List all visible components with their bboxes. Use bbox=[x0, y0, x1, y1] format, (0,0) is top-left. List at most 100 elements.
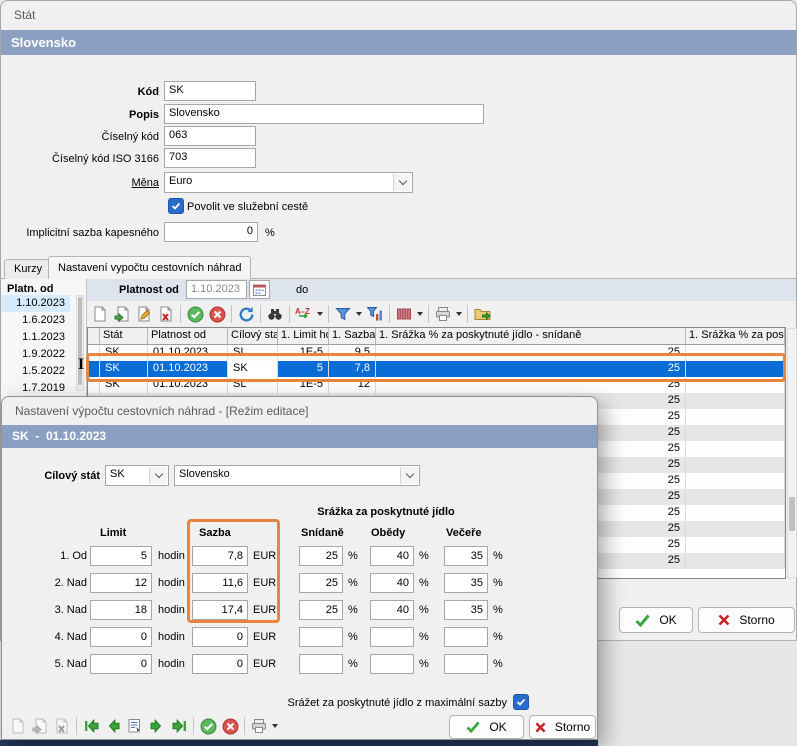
dialog-ok-button[interactable]: OK bbox=[449, 715, 524, 739]
grid-cell[interactable] bbox=[88, 345, 100, 361]
first-record-button[interactable] bbox=[80, 715, 102, 737]
chevron-down-icon[interactable] bbox=[393, 174, 411, 191]
grid-cell[interactable] bbox=[686, 345, 785, 361]
platnost-list-item[interactable]: 1.5.2022 bbox=[1, 363, 70, 380]
obedy-input[interactable] bbox=[370, 627, 414, 647]
chevron-down-icon[interactable] bbox=[400, 467, 418, 484]
grid-cell[interactable] bbox=[686, 489, 785, 505]
search-button[interactable] bbox=[264, 303, 286, 325]
columns-dropdown-caret[interactable] bbox=[417, 312, 423, 316]
grid-cell[interactable] bbox=[686, 409, 785, 425]
kapesne-input[interactable]: 0 bbox=[164, 222, 258, 242]
sort-dropdown-caret[interactable] bbox=[317, 312, 323, 316]
grid-cell[interactable]: 01.10.2023 bbox=[148, 345, 228, 361]
grid-cell[interactable]: 9,5 bbox=[329, 345, 376, 361]
mena-combo[interactable]: Euro bbox=[164, 172, 413, 193]
obedy-input[interactable] bbox=[370, 654, 414, 674]
sazba-input[interactable]: 0 bbox=[192, 654, 248, 674]
grid-cell[interactable]: 1E-5 bbox=[278, 377, 329, 393]
platnost-list-item[interactable]: 1.10.2023 bbox=[1, 295, 70, 312]
record-list-button[interactable] bbox=[124, 715, 146, 737]
platnost-list-item[interactable]: 1.7.2019 bbox=[1, 380, 70, 397]
grid-cell[interactable]: 25 bbox=[376, 377, 686, 393]
list-scrollbar[interactable] bbox=[76, 295, 84, 391]
grid-column-header[interactable]: 1. Srážka % za pos bbox=[686, 328, 785, 345]
grid-cell[interactable]: SL bbox=[228, 377, 278, 393]
grid-cell[interactable]: 12 bbox=[329, 377, 376, 393]
accept-button[interactable] bbox=[197, 715, 219, 737]
grid-cell[interactable]: SK bbox=[228, 361, 278, 377]
cilovy-stat-code-combo[interactable]: SK bbox=[105, 465, 169, 486]
grid-column-header[interactable]: Stát bbox=[100, 328, 148, 345]
filter-wizard-button[interactable] bbox=[364, 303, 386, 325]
grid-cell[interactable]: 7,8 bbox=[329, 361, 376, 377]
platnost-list-item[interactable]: 1.9.2022 bbox=[1, 346, 70, 363]
obedy-input[interactable]: 40 bbox=[370, 546, 414, 566]
grid-cell[interactable]: 01.10.2023 bbox=[148, 361, 228, 377]
limit-input[interactable]: 12 bbox=[90, 573, 152, 593]
mena-label[interactable]: Měna bbox=[1, 176, 159, 190]
grid-cell[interactable]: 5 bbox=[278, 361, 329, 377]
grid-cell[interactable] bbox=[686, 361, 785, 377]
grid-cell[interactable]: SI bbox=[228, 345, 278, 361]
grid-cell[interactable] bbox=[88, 377, 100, 393]
copy-record-button[interactable] bbox=[29, 715, 51, 737]
snidane-input[interactable] bbox=[299, 654, 343, 674]
snidane-input[interactable]: 25 bbox=[299, 546, 343, 566]
platnost-list-item[interactable]: 1.1.2023 bbox=[1, 329, 70, 346]
limit-input[interactable]: 0 bbox=[90, 627, 152, 647]
vecere-input[interactable]: 35 bbox=[444, 600, 488, 620]
last-record-button[interactable] bbox=[168, 715, 190, 737]
cancel-button[interactable] bbox=[219, 715, 241, 737]
snidane-input[interactable] bbox=[299, 627, 343, 647]
vecere-input[interactable]: 35 bbox=[444, 573, 488, 593]
print-dropdown-caret[interactable] bbox=[272, 724, 278, 728]
grid-cell[interactable]: SK bbox=[100, 377, 148, 393]
columns-button[interactable] bbox=[393, 303, 415, 325]
next-record-button[interactable] bbox=[146, 715, 168, 737]
grid-column-header[interactable]: Cílový stat bbox=[228, 328, 278, 345]
grid-cell[interactable] bbox=[686, 441, 785, 457]
grid-cell[interactable]: 25 bbox=[376, 361, 686, 377]
kod-input[interactable]: SK bbox=[164, 81, 256, 101]
cilovy-stat-name-combo[interactable]: Slovensko bbox=[174, 465, 420, 486]
grid-row[interactable]: SK01.10.2023SI1E-59,525 bbox=[88, 345, 785, 361]
platnost-od-input[interactable]: 1.10.2023 bbox=[186, 280, 247, 299]
iso-kod-input[interactable]: 703 bbox=[164, 148, 256, 168]
main-ok-button[interactable]: OK bbox=[619, 607, 693, 633]
povolit-checkbox[interactable] bbox=[168, 198, 184, 214]
sazba-input[interactable]: 17,4 bbox=[192, 600, 248, 620]
popis-input[interactable]: Slovensko bbox=[164, 104, 484, 124]
grid-row[interactable]: SK01.10.2023SL1E-51225 bbox=[88, 377, 785, 393]
filter-button[interactable] bbox=[332, 303, 354, 325]
calendar-button[interactable] bbox=[249, 280, 270, 299]
grid-cell[interactable] bbox=[686, 553, 785, 569]
grid-cell[interactable] bbox=[686, 457, 785, 473]
tab-nastaveni-nahrad[interactable]: Nastavení vypočtu cestovních náhrad bbox=[48, 256, 251, 279]
limit-input[interactable]: 18 bbox=[90, 600, 152, 620]
obedy-input[interactable]: 40 bbox=[370, 573, 414, 593]
vecere-input[interactable] bbox=[444, 627, 488, 647]
grid-row[interactable]: SK01.10.2023SK57,825 bbox=[88, 361, 785, 377]
vecere-input[interactable]: 35 bbox=[444, 546, 488, 566]
sazba-input[interactable]: 11,6 bbox=[192, 573, 248, 593]
grid-column-header[interactable]: 1. Limit hodin bbox=[278, 328, 329, 345]
tab-kurzy[interactable]: Kurzy bbox=[4, 259, 52, 279]
grid-cell[interactable] bbox=[686, 521, 785, 537]
grid-column-header[interactable]: Platnost od bbox=[148, 328, 228, 345]
prev-record-button[interactable] bbox=[102, 715, 124, 737]
sazba-input[interactable]: 0 bbox=[192, 627, 248, 647]
print-button[interactable] bbox=[432, 303, 454, 325]
delete-record-button[interactable] bbox=[51, 715, 73, 737]
snidane-input[interactable]: 25 bbox=[299, 600, 343, 620]
edit-record-button[interactable] bbox=[133, 303, 155, 325]
platnost-list-item[interactable]: 1.6.2023 bbox=[1, 312, 70, 329]
grid-cell[interactable] bbox=[686, 537, 785, 553]
grid-cell[interactable] bbox=[686, 473, 785, 489]
grid-cell[interactable]: SK bbox=[100, 345, 148, 361]
grid-scrollbar[interactable] bbox=[787, 328, 797, 578]
grid-cell[interactable] bbox=[686, 393, 785, 409]
limit-input[interactable]: 5 bbox=[90, 546, 152, 566]
grid-cell[interactable]: 25 bbox=[376, 345, 686, 361]
chevron-down-icon[interactable] bbox=[149, 467, 167, 484]
